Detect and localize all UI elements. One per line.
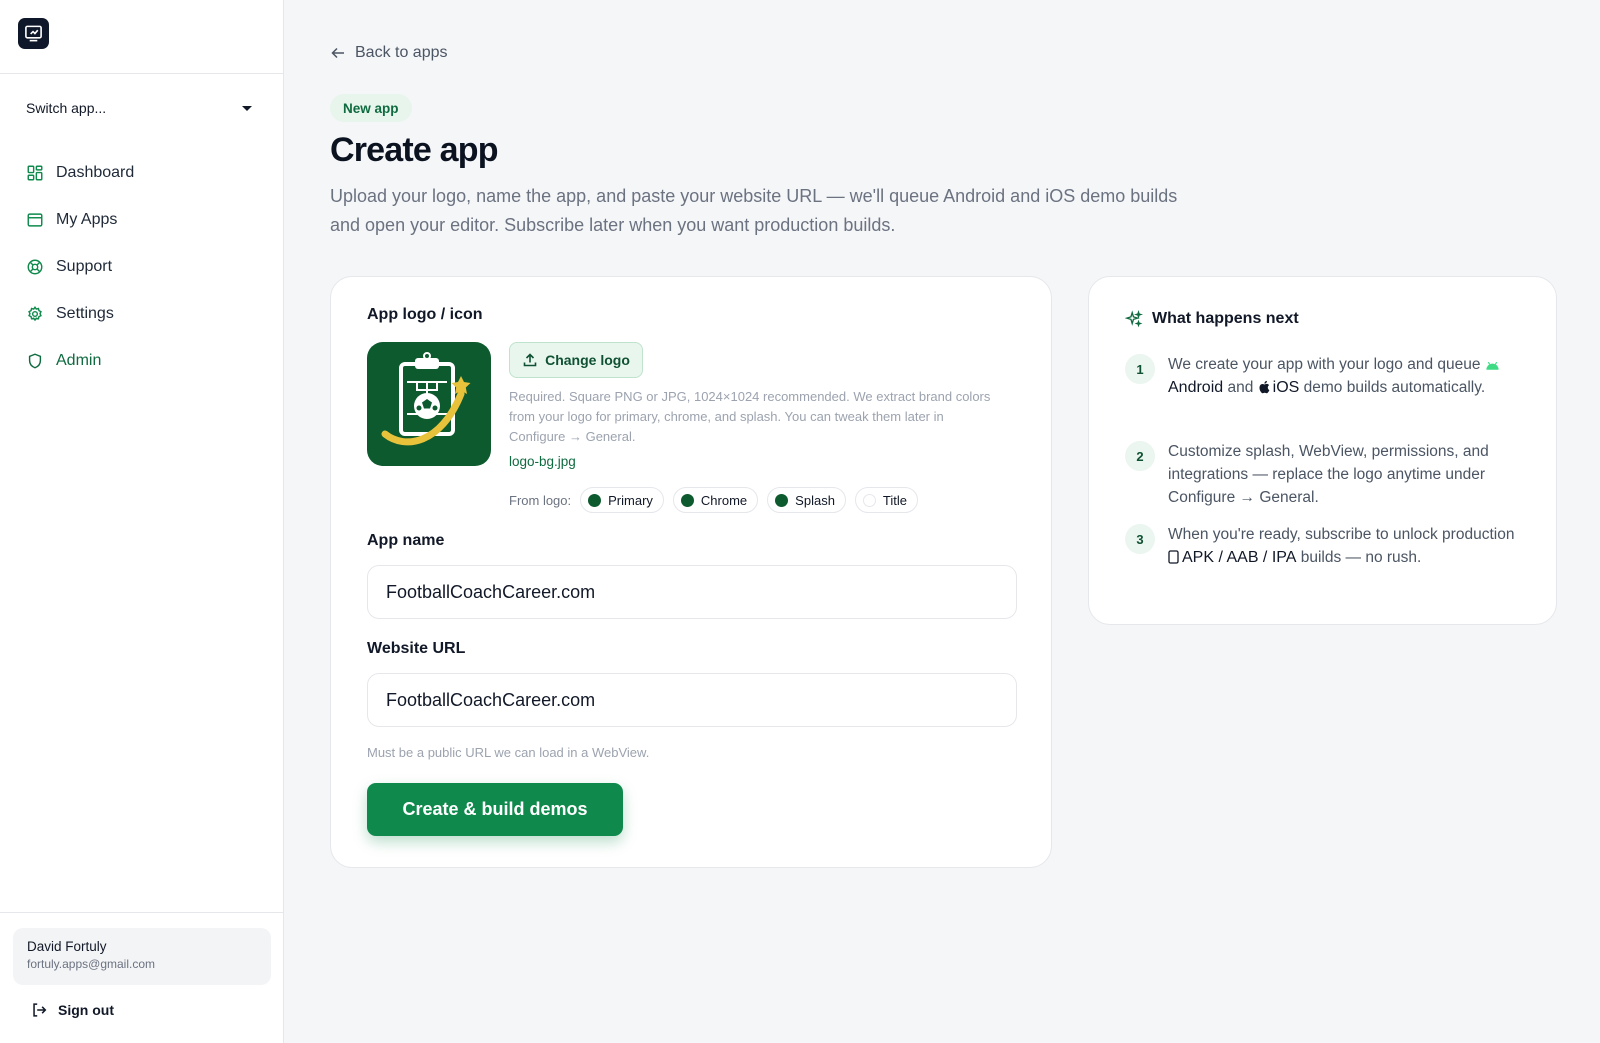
change-logo-label: Change logo: [545, 352, 630, 368]
website-url-label: Website URL: [367, 640, 466, 657]
from-logo-label: From logo:: [509, 492, 572, 508]
step-text-part: demo builds automatically.: [1303, 379, 1486, 396]
sidebar-item-support[interactable]: Support: [26, 254, 266, 280]
app-logo-preview: [367, 342, 491, 466]
sidebar-item-settings[interactable]: Settings: [26, 301, 266, 327]
page-title: Create app: [330, 131, 499, 169]
color-chip-splash[interactable]: Splash: [767, 487, 846, 513]
chip-label: Splash: [795, 492, 835, 508]
app-switcher[interactable]: Switch app...: [26, 96, 256, 120]
page-description: Upload your logo, name the app, and past…: [330, 186, 1178, 235]
sidebar-footer: David Fortuly fortuly.apps@gmail.com Sig…: [0, 912, 284, 1043]
step-number: 2: [1125, 441, 1155, 471]
brand-logo-icon[interactable]: [18, 18, 49, 49]
color-chip-chrome[interactable]: Chrome: [672, 487, 759, 513]
color-chip-primary[interactable]: Primary: [580, 487, 664, 513]
step-2: 2 Customize splash, WebView, permissions…: [1125, 440, 1525, 509]
new-app-badge: New app: [330, 94, 412, 122]
info-card-header: What happens next: [1125, 310, 1299, 328]
color-swatch: [862, 493, 876, 507]
sparkles-icon: [1125, 310, 1143, 328]
step-text-part: We create your app with your logo and qu…: [1168, 356, 1481, 373]
brand-header: [0, 0, 283, 74]
clipboard-football-icon: [381, 352, 471, 446]
chip-label: Title: [882, 492, 907, 508]
user-name: David Fortuly: [27, 939, 107, 954]
step-text: We create your app with your logo and qu…: [1168, 353, 1525, 399]
sidebar-item-admin[interactable]: Admin: [26, 348, 266, 374]
upload-icon: [523, 353, 537, 367]
app-switcher-label: Switch app...: [26, 100, 107, 116]
build-formats-label: APK / AAB / IPA: [1182, 549, 1297, 566]
color-chip-title[interactable]: Title: [854, 487, 918, 513]
website-url-input[interactable]: FootballCoachCareer.com: [367, 673, 1017, 727]
apple-icon: [1259, 380, 1269, 394]
chevron-down-icon: [242, 105, 252, 111]
android-icon: [1486, 361, 1499, 370]
sign-out-label: Sign out: [58, 1002, 114, 1018]
sidebar-item-label: Settings: [56, 305, 114, 322]
back-link-label: Back to apps: [355, 44, 448, 61]
step-number: 1: [1125, 354, 1155, 384]
lifebuoy-icon: [27, 259, 43, 275]
logo-file-name[interactable]: logo-bg.jpg: [509, 454, 576, 469]
step-number: 3: [1125, 524, 1155, 554]
chip-label: Chrome: [700, 492, 748, 508]
arrow-left-icon: [331, 47, 344, 59]
shield-icon: [28, 353, 42, 369]
sidebar-item-label: Dashboard: [56, 164, 135, 181]
sidebar-item-label: Admin: [56, 352, 102, 369]
create-app-form: App logo / icon Change logo Required. Sq…: [330, 276, 1052, 868]
step-text-part: and: [1227, 379, 1254, 396]
dashboard-icon: [27, 165, 43, 181]
sidebar-item-label: My Apps: [56, 211, 118, 228]
logo-label: App logo / icon: [367, 306, 483, 323]
sidebar-item-my-apps[interactable]: My Apps: [26, 207, 266, 233]
sign-out-button[interactable]: Sign out: [30, 1001, 114, 1019]
app-name-label: App name: [367, 532, 445, 549]
color-swatch: [775, 493, 789, 507]
what-happens-next-card: What happens next 1 We create your app w…: [1088, 276, 1557, 625]
sign-out-icon: [33, 1003, 47, 1017]
apps-icon: [27, 213, 43, 227]
sidebar: Switch app... Dashboard My Apps Support …: [0, 0, 284, 1043]
create-build-demos-button[interactable]: Create & build demos: [367, 783, 623, 836]
step-text: Customize splash, WebView, permissions, …: [1168, 443, 1489, 506]
ios-label: iOS: [1272, 379, 1300, 396]
gear-icon: [28, 305, 42, 322]
info-card-title: What happens next: [1152, 310, 1299, 327]
step-text-part: builds — no rush.: [1300, 549, 1422, 566]
phone-icon: [1168, 550, 1179, 564]
url-hint-text: Must be a public URL we can load in a We…: [367, 745, 650, 760]
color-swatch: [680, 493, 694, 507]
android-label: Android: [1168, 379, 1224, 396]
sidebar-item-dashboard[interactable]: Dashboard: [26, 160, 266, 186]
app-name-input[interactable]: FootballCoachCareer.com: [367, 565, 1017, 619]
change-logo-button[interactable]: Change logo: [509, 342, 643, 378]
step-text: When you're ready, subscribe to unlock p…: [1168, 523, 1525, 569]
sidebar-item-label: Support: [56, 258, 113, 275]
step-3: 3 When you're ready, subscribe to unlock…: [1125, 523, 1525, 569]
sidebar-nav: Dashboard My Apps Support Settings Admin: [26, 160, 266, 395]
chip-label: Primary: [608, 492, 653, 508]
user-email: fortuly.apps@gmail.com: [27, 957, 156, 971]
step-1: 1 We create your app with your logo and …: [1125, 353, 1525, 399]
color-swatch: [588, 493, 602, 507]
logo-help-text: Required. Square PNG or JPG, 1024×1024 r…: [509, 389, 991, 444]
step-text-part: When you're ready, subscribe to unlock p…: [1168, 526, 1515, 543]
user-card: David Fortuly fortuly.apps@gmail.com: [13, 928, 271, 985]
back-to-apps-link[interactable]: Back to apps: [330, 44, 448, 62]
extracted-colors: From logo: Primary Chrome Splash Title: [509, 487, 918, 513]
